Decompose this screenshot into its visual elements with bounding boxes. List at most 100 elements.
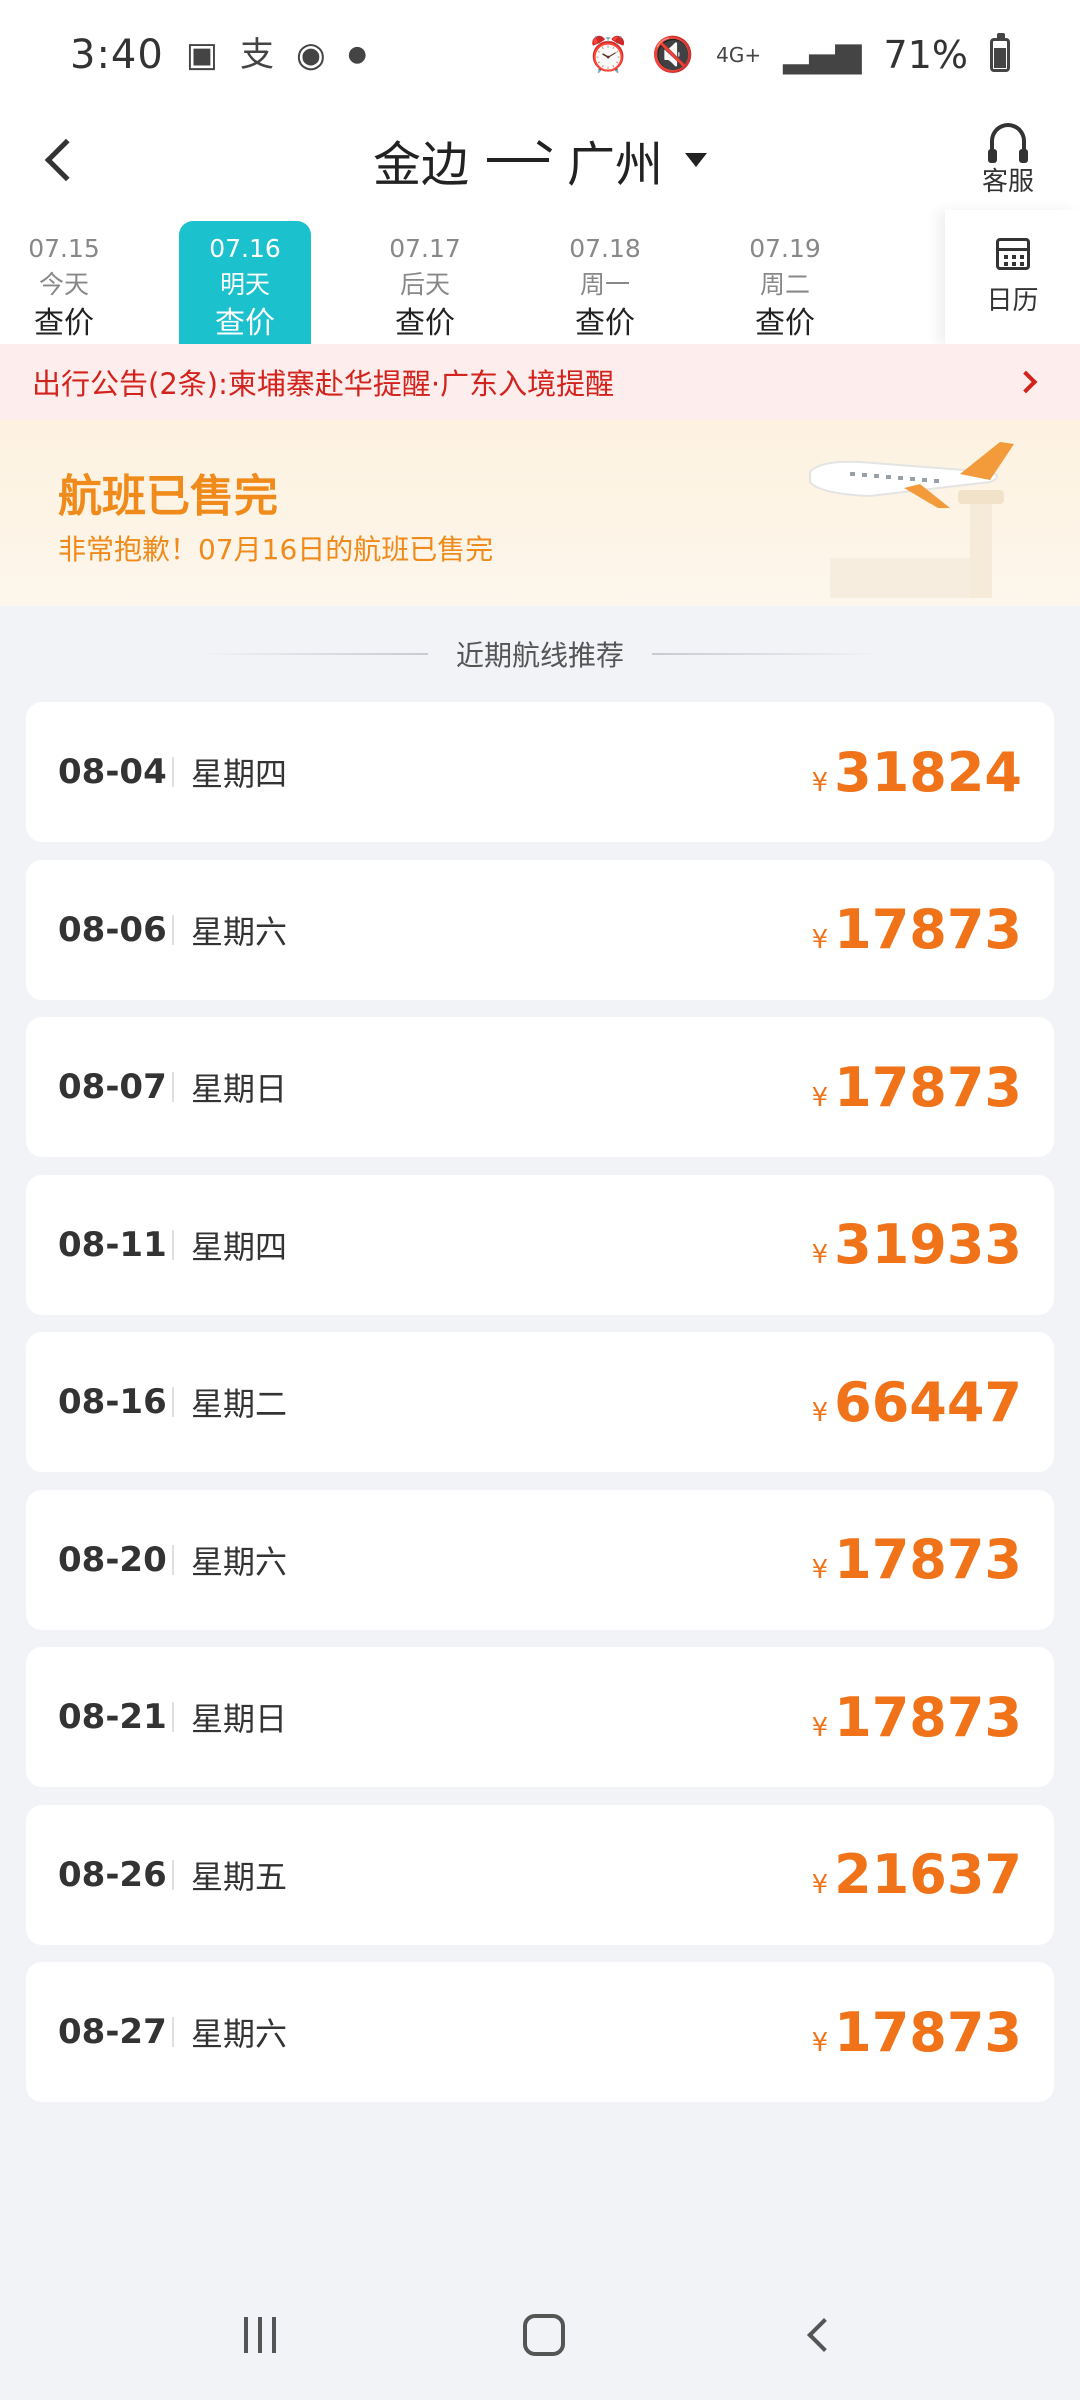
home-button[interactable] — [522, 2314, 565, 2356]
date-strip: 07.15 今天 查价 07.16 明天 查价 07.17 后天 查价 07.1… — [0, 210, 1080, 344]
price-amount: 31933 — [834, 1213, 1022, 1276]
divider — [172, 1229, 174, 1260]
flight-weekday: 星期四 — [191, 1227, 288, 1266]
calendar-button[interactable]: 日历 — [945, 210, 1080, 344]
header: 金边 广州 客服 — [0, 110, 1080, 210]
route-arrow-icon — [487, 158, 549, 162]
divider — [172, 1702, 174, 1732]
date-tab[interactable]: 07.18 周一 查价 — [539, 221, 671, 344]
date-tab-weekday: 周二 — [759, 270, 810, 299]
customer-service-button[interactable]: 客服 — [958, 110, 1058, 210]
flight-card[interactable]: 08-20 星期六 ¥17873 — [26, 1489, 1054, 1630]
origin-city: 金边 — [372, 137, 469, 193]
calendar-label: 日历 — [986, 285, 1039, 316]
date-tab[interactable]: 07.19 周二 查价 — [719, 221, 851, 344]
currency-symbol: ¥ — [811, 767, 829, 798]
divider — [172, 1544, 174, 1575]
price-amount: 17873 — [834, 1685, 1022, 1749]
flight-price: ¥17873 — [812, 898, 1022, 961]
sold-out-banner: 航班已售完 非常抱歉！07月16日的航班已售完 — [0, 420, 1080, 606]
battery-percent: 71% — [883, 33, 968, 77]
flight-weekday: 星期四 — [191, 755, 288, 793]
flight-weekday: 星期五 — [191, 1857, 288, 1896]
date-tab-date: 07.15 — [28, 234, 100, 263]
status-bar: 3:40 ▣ 支 ◉ ● ⏰ 🔇 4G+ ▂▄▆ 71% — [0, 0, 1080, 110]
date-tab-date: 07.16 — [209, 234, 281, 263]
flight-date: 08-16 — [58, 1382, 167, 1422]
divider — [172, 1859, 174, 1890]
divider — [172, 2017, 174, 2047]
date-tab-price: 查价 — [575, 306, 635, 341]
flight-price: ¥31824 — [812, 741, 1022, 804]
currency-symbol: ¥ — [811, 1555, 829, 1585]
flight-card[interactable]: 08-11 星期四 ¥31933 — [26, 1174, 1054, 1315]
date-tab-partial[interactable]: ( — [899, 221, 945, 344]
divider — [172, 914, 174, 945]
flight-weekday: 星期六 — [191, 912, 288, 951]
flight-price: ¥31933 — [812, 1213, 1022, 1276]
divider — [172, 1387, 174, 1417]
alarm-icon: ⏰ — [587, 35, 630, 75]
chevron-right-icon — [1014, 370, 1038, 394]
date-scroll[interactable]: 07.15 今天 查价 07.16 明天 查价 07.17 后天 查价 07.1… — [0, 210, 945, 344]
flight-date: 08-07 — [58, 1067, 167, 1107]
alipay-icon: 支 — [239, 35, 274, 75]
date-tab[interactable]: 07.15 今天 查价 — [0, 221, 130, 344]
flight-weekday: 星期二 — [191, 1385, 288, 1423]
flight-price: ¥17873 — [812, 1686, 1022, 1749]
flight-card[interactable]: 08-27 星期六 ¥17873 — [26, 1962, 1054, 2102]
flight-date: 08-04 — [58, 752, 167, 792]
date-tab-weekday: 明天 — [219, 270, 270, 299]
date-tab-price: 查价 — [395, 306, 455, 341]
currency-symbol: ¥ — [811, 2027, 829, 2058]
battery-fill — [994, 48, 1006, 68]
notification-dot-icon: ● — [347, 42, 367, 67]
flight-price: ¥17873 — [812, 1056, 1022, 1119]
flight-date: 08-06 — [58, 909, 167, 950]
flight-card[interactable]: 08-26 星期五 ¥21637 — [26, 1804, 1054, 1945]
flight-card[interactable]: 08-06 星期六 ¥17873 — [26, 859, 1054, 1000]
flight-card[interactable]: 08-07 星期日 ¥17873 — [26, 1017, 1054, 1157]
route-selector[interactable]: 金边 广州 — [0, 110, 1080, 210]
customer-service-label: 客服 — [981, 166, 1034, 197]
flight-card[interactable]: 08-04 星期四 ¥31824 — [26, 702, 1054, 842]
travel-notice-bar[interactable]: 出行公告(2条):柬埔寨赴华提醒·广东入境提醒 — [0, 344, 1080, 420]
price-amount: 17873 — [834, 1528, 1022, 1591]
date-tab-price: 查价 — [215, 306, 275, 341]
currency-symbol: ¥ — [811, 1082, 829, 1113]
flight-price: ¥17873 — [812, 1528, 1022, 1591]
currency-symbol: ¥ — [811, 1870, 829, 1900]
headset-icon — [988, 122, 1028, 163]
sold-out-title: 航班已售完 — [58, 471, 278, 522]
network-type: 4G+ — [716, 43, 762, 67]
date-tab-selected[interactable]: 07.16 明天 查价 — [179, 221, 311, 344]
date-tab-price: 查价 — [34, 306, 94, 341]
destination-city: 广州 — [567, 137, 664, 193]
recommend-section-header: 近期航线推荐 — [0, 606, 1080, 702]
divider — [197, 653, 428, 655]
date-tab-date: 07.19 — [749, 234, 821, 263]
date-tab-weekday: 周一 — [579, 270, 630, 299]
flight-card[interactable]: 08-16 星期二 ¥66447 — [26, 1332, 1054, 1472]
currency-symbol: ¥ — [811, 1397, 829, 1428]
date-tab[interactable]: 07.17 后天 查价 — [359, 221, 491, 344]
signal-icon: ▂▄▆ — [783, 35, 862, 75]
price-amount: 17873 — [834, 1055, 1022, 1119]
recent-apps-button[interactable] — [243, 2317, 276, 2353]
status-left: 3:40 ▣ 支 ◉ ● — [70, 32, 367, 78]
flight-weekday: 星期六 — [191, 1542, 288, 1581]
flight-date: 08-11 — [58, 1224, 167, 1265]
recommended-flight-list: 08-04 星期四 ¥31824 08-06 星期六 ¥17873 08-07 … — [26, 702, 1054, 2120]
divider — [652, 653, 882, 655]
system-nav-bar — [0, 2270, 1080, 2400]
recommend-title: 近期航线推荐 — [455, 639, 624, 672]
sold-out-subtitle: 非常抱歉！07月16日的航班已售完 — [58, 533, 494, 566]
date-tab-date: 07.17 — [389, 234, 461, 263]
flight-card[interactable]: 08-21 星期日 ¥17873 — [26, 1647, 1054, 1787]
flight-weekday: 星期日 — [191, 1070, 288, 1108]
system-back-button[interactable] — [807, 2318, 842, 2352]
currency-symbol: ¥ — [811, 1240, 829, 1270]
flight-price: ¥66447 — [812, 1371, 1022, 1434]
price-amount: 17873 — [834, 2000, 1022, 2064]
currency-symbol: ¥ — [811, 925, 829, 955]
